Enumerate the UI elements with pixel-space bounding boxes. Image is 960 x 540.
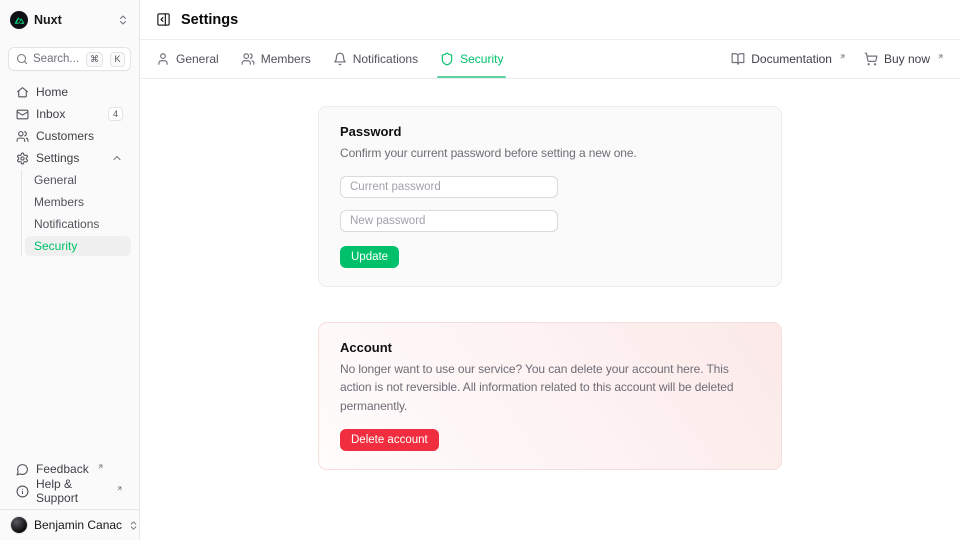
sidebar-item-feedback[interactable]: Feedback [8, 459, 131, 479]
chevrons-up-down-icon [117, 14, 129, 26]
page-title: Settings [181, 12, 238, 28]
users-icon [16, 130, 29, 143]
settings-sub-list: General Members Notifications Security [21, 170, 131, 256]
chat-bubble-icon [16, 463, 29, 476]
sidebar-collapse-icon[interactable] [156, 12, 171, 27]
sidebar-item-label: General [34, 173, 77, 187]
tab-label: General [176, 52, 219, 66]
user-icon [156, 52, 170, 66]
link-label: Buy now [884, 52, 930, 66]
kbd-k: K [110, 52, 125, 67]
sidebar-item-label: Feedback [36, 462, 89, 476]
search-icon [16, 53, 28, 65]
current-password-field[interactable] [340, 176, 558, 198]
sidebar-item-label: Help & Support [36, 477, 108, 505]
user-name: Benjamin Canac [34, 518, 122, 532]
inbox-count-badge: 4 [108, 107, 123, 121]
gear-icon [16, 152, 29, 165]
content-area: Password Confirm your current password b… [140, 79, 960, 540]
tab-members[interactable]: Members [241, 40, 311, 78]
tabs: General Members Notifications Security [156, 40, 503, 78]
update-button[interactable]: Update [340, 246, 399, 268]
bell-icon [333, 52, 347, 66]
account-card-description: No longer want to use our service? You c… [340, 360, 760, 416]
external-link-icon [937, 53, 944, 60]
tab-notifications[interactable]: Notifications [333, 40, 418, 78]
sidebar-item-customers[interactable]: Customers [8, 126, 131, 146]
account-card-title: Account [340, 340, 760, 355]
tab-security[interactable]: Security [440, 40, 503, 78]
sidebar-item-label: Customers [36, 129, 94, 143]
sidebar-item-label: Home [36, 85, 68, 99]
sidebar-item-general[interactable]: General [25, 170, 131, 190]
main-area: Settings General Members Notifications [140, 0, 960, 540]
nuxt-logo-icon [10, 11, 28, 29]
sidebar-item-label: Members [34, 195, 84, 209]
shopping-cart-icon [864, 52, 878, 66]
sidebar-item-inbox[interactable]: Inbox 4 [8, 104, 131, 124]
sidebar-item-label: Settings [36, 151, 79, 165]
buy-now-link[interactable]: Buy now [864, 52, 944, 66]
password-card: Password Confirm your current password b… [318, 106, 782, 287]
sidebar: Nuxt Search... ⌘ K Home Inbox 4 [0, 0, 140, 540]
delete-account-button[interactable]: Delete account [340, 429, 439, 451]
sidebar-item-notifications[interactable]: Notifications [25, 214, 131, 234]
tab-label: Notifications [353, 52, 418, 66]
shield-icon [440, 52, 454, 66]
link-label: Documentation [751, 52, 832, 66]
search-input[interactable]: Search... ⌘ K [8, 47, 131, 71]
documentation-link[interactable]: Documentation [731, 52, 846, 66]
external-link-icon [116, 485, 123, 492]
users-icon [241, 52, 255, 66]
avatar [10, 516, 28, 534]
password-card-description: Confirm your current password before set… [340, 144, 760, 163]
new-password-field[interactable] [340, 210, 558, 232]
tab-label: Security [460, 52, 503, 66]
chevrons-up-down-icon [128, 520, 139, 531]
external-link-icon [839, 53, 846, 60]
sidebar-item-label: Inbox [36, 107, 65, 121]
page-header: Settings [140, 0, 960, 40]
sidebar-footer: Feedback Help & Support [0, 459, 139, 503]
account-card: Account No longer want to use our servic… [318, 322, 782, 471]
password-card-title: Password [340, 124, 760, 139]
sidebar-nav: Home Inbox 4 Customers Settings [0, 82, 139, 258]
book-open-icon [731, 52, 745, 66]
kbd-cmd: ⌘ [86, 52, 103, 67]
sidebar-item-home[interactable]: Home [8, 82, 131, 102]
chevron-up-icon [111, 152, 123, 164]
inbox-icon [16, 108, 29, 121]
workspace-name: Nuxt [34, 13, 62, 27]
sidebar-item-label: Security [34, 239, 77, 253]
sidebar-item-security[interactable]: Security [25, 236, 131, 256]
tab-label: Members [261, 52, 311, 66]
sidebar-item-label: Notifications [34, 217, 99, 231]
user-menu[interactable]: Benjamin Canac [0, 509, 139, 540]
search-placeholder: Search... [33, 53, 81, 65]
workspace-switcher[interactable]: Nuxt [10, 8, 129, 32]
tab-general[interactable]: General [156, 40, 219, 78]
sidebar-item-settings[interactable]: Settings [8, 148, 131, 168]
sidebar-spacer [0, 258, 139, 459]
info-icon [16, 485, 29, 498]
home-icon [16, 86, 29, 99]
sidebar-item-help-support[interactable]: Help & Support [8, 481, 131, 501]
header-links: Documentation Buy now [731, 52, 944, 66]
sidebar-item-members[interactable]: Members [25, 192, 131, 212]
tab-bar: General Members Notifications Security [140, 40, 960, 79]
external-link-icon [97, 463, 104, 470]
